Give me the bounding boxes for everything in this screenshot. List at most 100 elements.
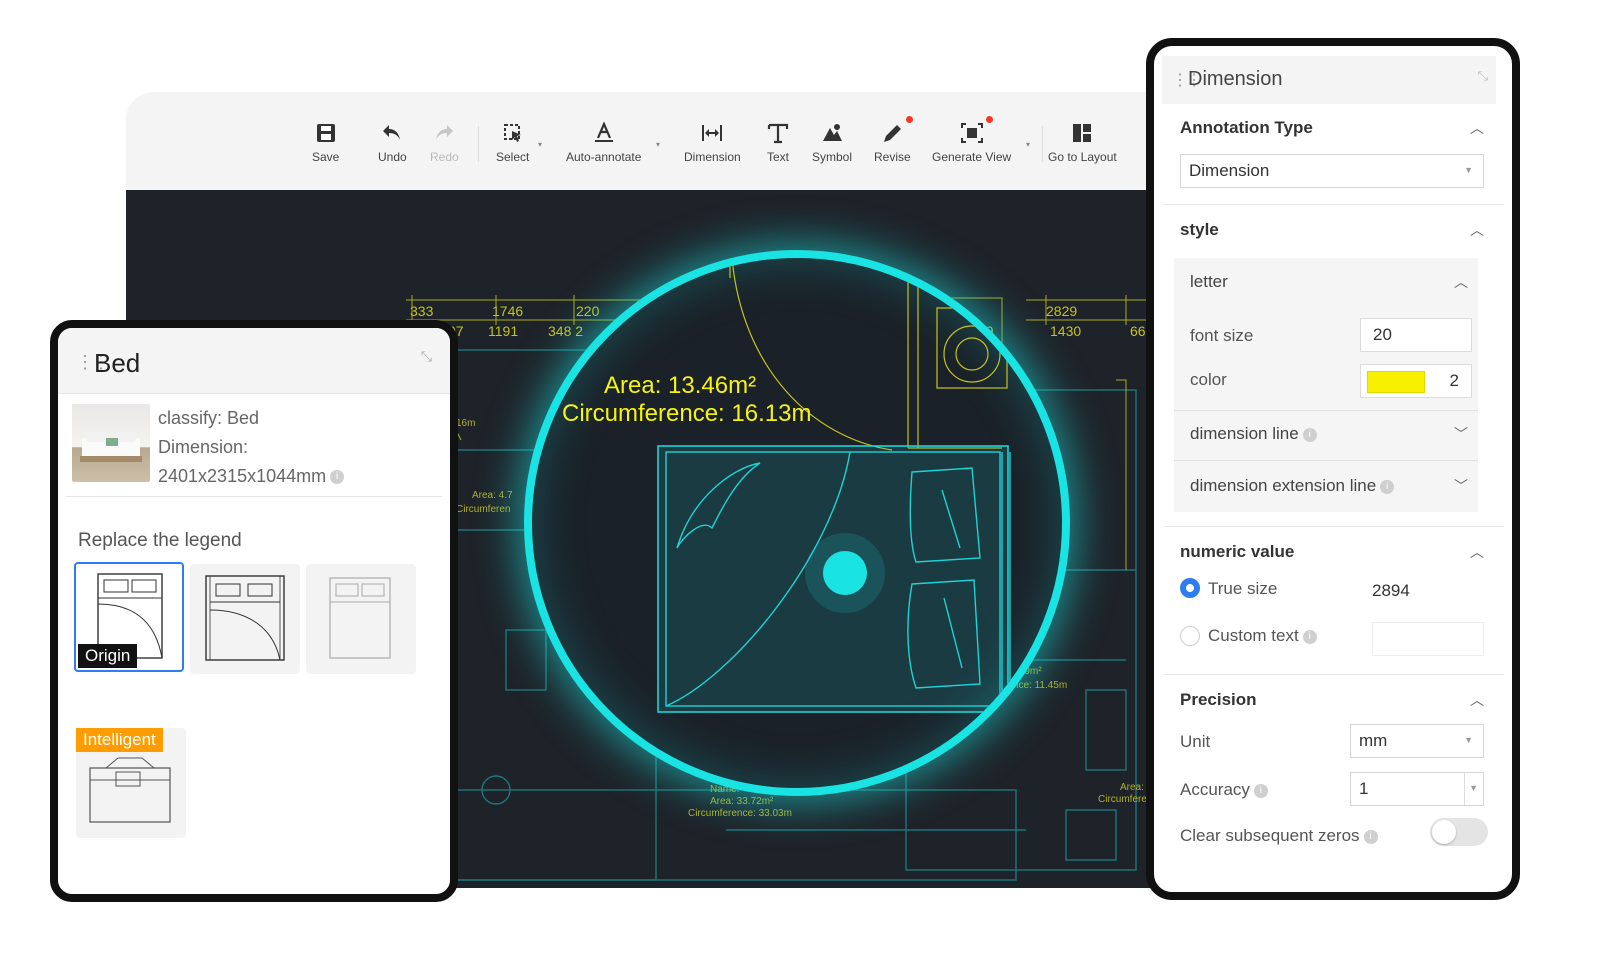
legend-option-3[interactable]	[306, 564, 416, 674]
dimension-properties-panel: ⋮⋮ Dimension ⤡ Annotation Type ︿ Dimensi…	[1146, 38, 1520, 900]
accuracy-row: Accuracy i	[1180, 780, 1268, 800]
panel-title: Dimension	[1188, 68, 1283, 90]
symbol-label: Symbol	[812, 150, 853, 164]
expand-icon[interactable]: ⤡	[421, 348, 432, 365]
toolbar-divider	[1042, 126, 1043, 162]
expand-icon[interactable]: ⤡	[1478, 68, 1488, 84]
dimension-number: 1191	[488, 323, 518, 339]
divider	[1174, 460, 1478, 461]
font-size-input[interactable]: 20	[1360, 318, 1472, 352]
magnified-bed-drawing	[657, 258, 1011, 713]
symbol-button[interactable]: Symbol	[812, 122, 852, 164]
panel-header[interactable]: ⋮⋮ Dimension ⤡	[1162, 56, 1496, 104]
select-icon	[503, 124, 521, 142]
auto-annotate-label: Auto-annotate	[566, 150, 642, 164]
chevron-down-icon[interactable]: ▾	[538, 140, 542, 149]
clear-zeros-toggle[interactable]	[1430, 818, 1488, 846]
chevron-down-icon[interactable]: ▾	[656, 140, 660, 149]
main-toolbar: Save Undo Redo Select ▾ Auto-annotate ▾	[126, 92, 1186, 190]
auto-annotate-button[interactable]: Auto-annotate ▾	[566, 122, 660, 164]
chevron-up-icon[interactable]: ︿	[1470, 220, 1484, 240]
panel-header[interactable]: ⋮⋮ Bed ⤡	[58, 328, 450, 394]
dimension-extension-line-row[interactable]: dimension extension line i	[1190, 476, 1395, 496]
caret-down-icon: ▼	[1464, 165, 1473, 175]
magnifier-lens	[524, 250, 1070, 796]
text-button[interactable]: Text	[766, 122, 790, 164]
letter-heading: letter	[1190, 272, 1228, 291]
dimension-button[interactable]: Dimension	[684, 122, 741, 164]
room-area-label: Area: 4.7	[472, 490, 513, 501]
generate-view-label: Generate View	[932, 150, 1012, 164]
true-size-label: True size	[1208, 579, 1278, 598]
clear-zeros-label: Clear subsequent zeros	[1180, 826, 1360, 845]
unit-select[interactable]: mm ▼	[1350, 724, 1484, 758]
chevron-up-icon[interactable]: ︿	[1454, 272, 1468, 292]
generate-view-button[interactable]: Generate View ▾	[932, 116, 1030, 164]
legend-option-origin[interactable]: Origin	[74, 562, 184, 672]
legend-option-2[interactable]	[190, 564, 300, 674]
custom-text-input[interactable]	[1372, 622, 1484, 656]
divider	[1164, 674, 1504, 675]
classify-text: classify: Bed	[158, 408, 260, 428]
divider	[1164, 204, 1504, 205]
accuracy-select[interactable]: 1 ▼	[1350, 772, 1484, 806]
info-icon[interactable]: i	[1302, 427, 1317, 442]
redo-icon	[436, 125, 454, 140]
room-area-label: Area:	[1120, 782, 1144, 793]
dimension-label: Dimension	[684, 150, 741, 164]
dimension-line-row[interactable]: dimension line i	[1190, 424, 1317, 444]
save-button[interactable]: Save	[312, 122, 339, 164]
area-annotation: Area: 13.46m²	[604, 372, 757, 399]
dimension-heading: Dimension:	[158, 437, 249, 457]
auto-annotate-icon	[594, 122, 613, 142]
unit-value: mm	[1359, 731, 1388, 750]
info-icon[interactable]: i	[1302, 629, 1317, 644]
font-size-label: font size	[1190, 326, 1254, 345]
info-icon[interactable]: i	[1253, 783, 1268, 798]
chevron-down-icon[interactable]: ﹀	[1454, 476, 1468, 496]
bed-thumbnail-image	[72, 404, 150, 482]
revise-label: Revise	[874, 150, 911, 164]
color-picker[interactable]: 2	[1360, 364, 1472, 398]
true-size-radio[interactable]	[1180, 578, 1200, 598]
generate-view-icon	[960, 123, 983, 143]
undo-button[interactable]: Undo	[378, 122, 407, 164]
info-icon[interactable]: i	[1363, 829, 1378, 844]
go-to-layout-label: Go to Layout	[1048, 150, 1117, 164]
caret-down-icon: ▼	[1469, 783, 1478, 793]
legend-option-intelligent[interactable]: Intelligent	[76, 728, 186, 838]
toolbar-divider	[478, 126, 479, 162]
info-icon[interactable]: i	[330, 470, 345, 485]
divider	[1174, 410, 1478, 411]
annotation-type-select[interactable]: Dimension ▼	[1180, 154, 1484, 188]
redo-button[interactable]: Redo	[430, 122, 459, 164]
chevron-up-icon[interactable]: ︿	[1470, 118, 1484, 138]
style-subsection: letter ︿ font size 20 color 2 dimension …	[1174, 258, 1478, 512]
custom-text-radio[interactable]	[1180, 626, 1200, 646]
go-to-layout-button[interactable]: Go to Layout	[1048, 122, 1117, 164]
undo-icon	[383, 125, 401, 140]
info-icon[interactable]: i	[1380, 479, 1395, 494]
chevron-up-icon[interactable]: ︿	[1470, 690, 1484, 710]
notification-dot	[986, 116, 994, 123]
color-swatch[interactable]	[1367, 371, 1425, 393]
chevron-up-icon[interactable]: ︿	[1470, 542, 1484, 562]
select-button[interactable]: Select ▾	[496, 122, 542, 164]
chevron-down-icon[interactable]: ﹀	[1454, 424, 1468, 444]
dimension-ext-label: dimension extension line	[1190, 476, 1377, 495]
dimension-number: 333	[410, 303, 434, 319]
annotation-type-value: Dimension	[1189, 161, 1270, 180]
color-index-value: 2	[1449, 371, 1459, 390]
bed-symbol-icon	[205, 575, 285, 661]
numeric-value-heading: numeric value	[1180, 542, 1295, 561]
revise-button[interactable]: Revise	[874, 116, 913, 164]
precision-heading: Precision	[1180, 690, 1257, 709]
room-area-label: Area: 33.72m²	[710, 796, 774, 807]
true-size-value: 2894	[1372, 581, 1410, 600]
dimension-icon	[702, 125, 723, 141]
select-label: Select	[496, 150, 530, 164]
custom-text-label: Custom text	[1208, 626, 1299, 645]
dimension-number: 66	[1130, 323, 1146, 339]
dimension-line-label: dimension line	[1190, 424, 1299, 443]
chevron-down-icon[interactable]: ▾	[1026, 140, 1030, 149]
